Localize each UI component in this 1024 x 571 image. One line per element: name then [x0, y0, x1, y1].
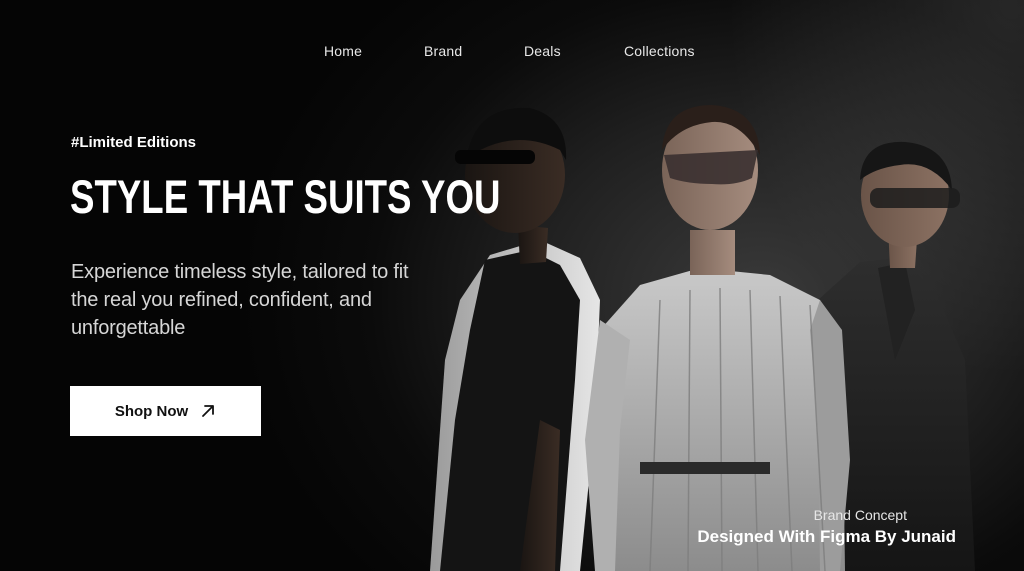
nav-home-link[interactable]: Home: [324, 43, 362, 59]
shop-now-label: Shop Now: [114, 402, 189, 420]
nav-brand-link[interactable]: Brand: [424, 43, 462, 59]
nav-collections-link[interactable]: Collections: [624, 43, 695, 59]
model-center: [585, 105, 850, 571]
brand-concept-label: Brand Concept: [813, 507, 907, 523]
nav-deals-link[interactable]: Deals: [524, 43, 561, 59]
limited-editions-tag: #Limited Editions: [71, 134, 197, 151]
main-nav: Home Brand Deals Collections: [0, 43, 1024, 63]
hero-section: Home Brand Deals Collections #Limited Ed…: [0, 0, 1024, 571]
arrow-up-right-icon: [202, 405, 215, 417]
designer-credit: Designed With Figma By Junaid: [697, 527, 956, 546]
hero-subtext: Experience timeless style, tailored to f…: [71, 261, 409, 339]
shop-now-button[interactable]: Shop Now: [70, 386, 261, 436]
hero-headline: STYLE THAT SUITS YOU: [70, 170, 501, 223]
